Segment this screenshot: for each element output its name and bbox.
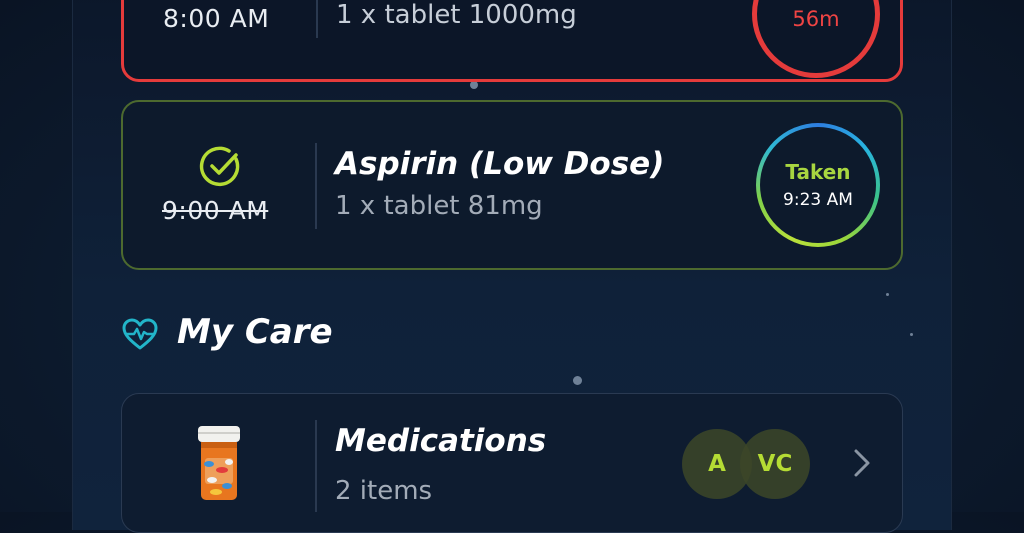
section-title: My Care xyxy=(177,312,333,352)
pill-bottle-icon xyxy=(198,426,240,500)
card-divider xyxy=(315,143,317,229)
chevron-right-icon[interactable] xyxy=(846,447,878,479)
medications-count: 2 items xyxy=(335,476,433,506)
dose-amount: 1 x tablet 81mg xyxy=(335,191,543,221)
countdown-label: 56m xyxy=(792,7,840,31)
taken-status-ring[interactable]: Taken 9:23 AM xyxy=(756,123,880,247)
star-dot xyxy=(886,293,889,296)
star-dot xyxy=(470,81,478,89)
drug-name: Aspirin (Low Dose) xyxy=(335,146,665,182)
dose-time: 8:00 AM xyxy=(163,4,270,33)
check-circle-icon xyxy=(199,146,240,187)
avatar: VC xyxy=(740,429,810,499)
star-dot xyxy=(573,376,582,385)
star-dot xyxy=(910,333,913,336)
taken-label: Taken xyxy=(785,160,851,184)
heart-pulse-icon xyxy=(122,318,158,350)
card-divider xyxy=(316,0,318,38)
dose-amount: 1 x tablet 1000mg xyxy=(336,0,577,30)
dose-time-struck: 9:00 AM xyxy=(162,196,269,225)
card-divider xyxy=(315,420,317,512)
taken-time: 9:23 AM xyxy=(783,190,853,210)
medications-title: Medications xyxy=(335,423,547,459)
